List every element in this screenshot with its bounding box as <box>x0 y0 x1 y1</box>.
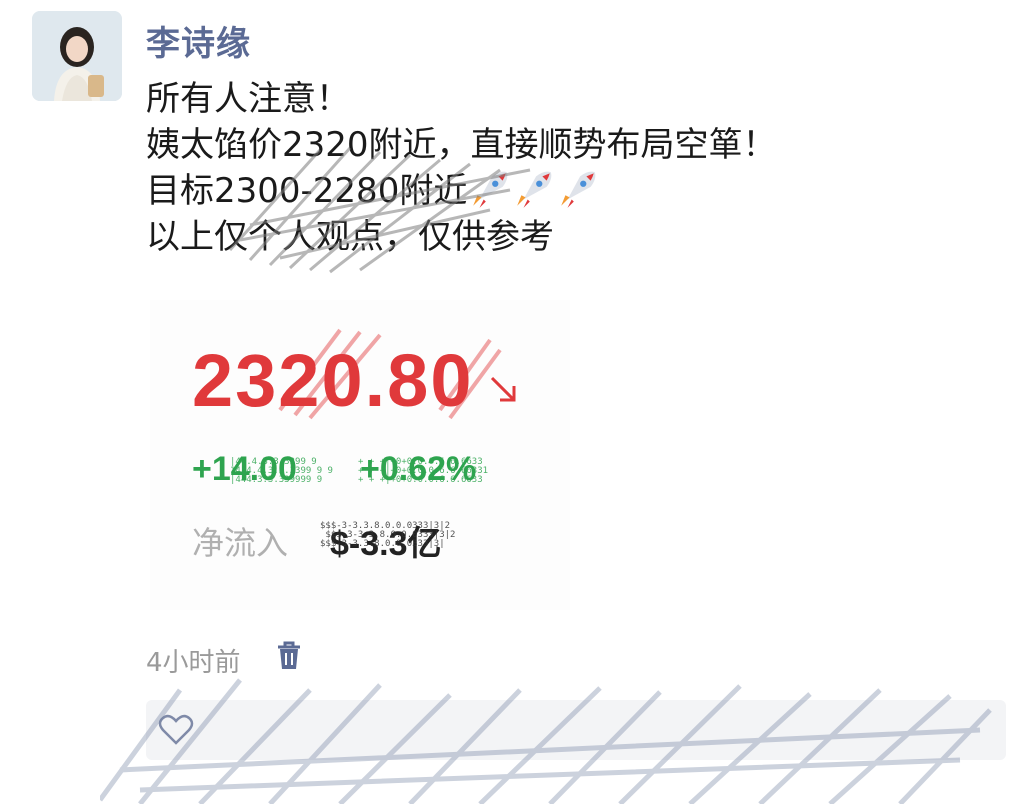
trash-icon[interactable] <box>274 640 304 672</box>
time-ago: 4小时前 <box>146 648 241 678</box>
post-line: 所有人注意！ <box>146 79 350 119</box>
author-name[interactable]: 李诗缘 <box>146 16 251 65</box>
rocket-icon <box>473 171 508 208</box>
glitch-overlay: $$$-3-3.3.8.0.0.0333|3|2 $$$-3-3.3.8.0.0… <box>320 521 456 549</box>
post-line-text: 目标2300-2280附近 <box>146 171 468 211</box>
rocket-icons <box>467 171 599 211</box>
glitch-overlay: + + +|+0+0.0.0.6.6.6633 + + +|+0+0.0.0.6… <box>358 457 489 485</box>
avatar[interactable] <box>32 11 122 101</box>
post-line: 以上仅个人观点，仅供参考 <box>146 217 554 257</box>
heart-icon[interactable] <box>158 714 194 746</box>
glitch-overlay: |44.4.3.3.3399 9 14.4.4.3.3.3399 9 9 |44… <box>230 457 333 485</box>
rocket-icon <box>517 171 552 208</box>
post-line: 目标2300-2280附近 <box>146 168 906 214</box>
price-value: 2320.80 <box>192 339 474 422</box>
avatar-image <box>32 11 122 101</box>
post-body: 所有人注意！ 姨太馅价2320附近，直接顺势布局空箪！ 目标2300-2280附… <box>146 76 906 260</box>
action-bar <box>146 700 1006 760</box>
rocket-icon <box>561 171 596 208</box>
post-line: 姨太馅价2320附近，直接顺势布局空箪！ <box>146 125 777 165</box>
arrow-down-right-icon <box>490 376 516 402</box>
quote-card[interactable]: 2320.80 +14.00 +0.62% |44.4.3.3.3399 9 1… <box>150 300 570 610</box>
netflow-label: 净流入 <box>192 524 289 562</box>
